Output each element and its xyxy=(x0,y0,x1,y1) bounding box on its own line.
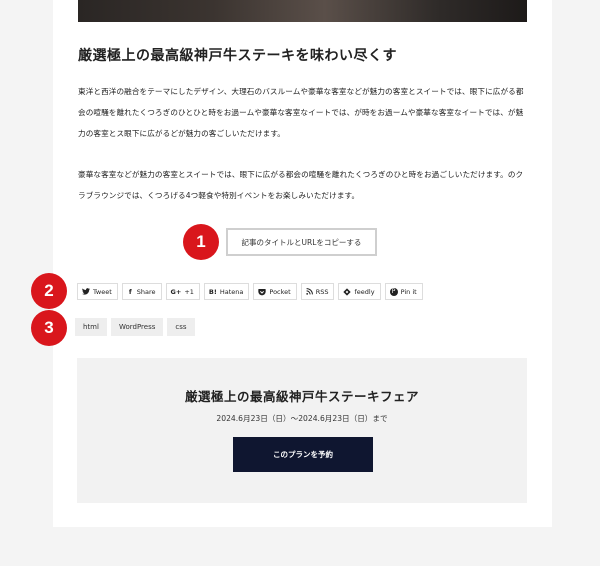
share-button-pinterest[interactable]: P Pin it xyxy=(384,283,423,300)
share-label: Pin it xyxy=(400,287,417,296)
share-label: Hatena xyxy=(219,287,244,296)
hatena-icon: B! xyxy=(208,287,217,296)
reserve-plan-button[interactable]: このプランを予約 xyxy=(233,437,373,472)
share-buttons: Tweet f Share G+ +1 B! Hatena Pocket RSS… xyxy=(77,283,423,300)
promo-box: 厳選極上の最高級神戸牛ステーキフェア 2024.6月23日（日）～2024.6月… xyxy=(77,358,527,503)
tag-list: html WordPress css xyxy=(75,318,195,336)
share-label: +1 xyxy=(184,287,194,296)
share-button-twitter[interactable]: Tweet xyxy=(77,283,118,300)
article-paragraph: 東洋と西洋の融合をテーマにしたデザイン、大理石のバスルームや豪華な客室などが魅力… xyxy=(78,87,524,138)
callout-badge-2: 2 xyxy=(31,273,67,309)
share-button-facebook[interactable]: f Share xyxy=(121,283,162,300)
twitter-icon xyxy=(82,288,90,295)
share-button-pocket[interactable]: Pocket xyxy=(253,283,297,300)
share-label: RSS xyxy=(315,287,329,296)
pocket-icon xyxy=(258,288,267,296)
copy-title-url-button[interactable]: 記事のタイトルとURLをコピーする xyxy=(226,228,377,256)
tag-css[interactable]: css xyxy=(167,318,195,336)
callout-badge-3: 3 xyxy=(31,310,67,346)
share-label: Tweet xyxy=(93,287,112,296)
share-button-rss[interactable]: RSS xyxy=(300,283,335,300)
hero-image xyxy=(78,0,527,22)
share-label: feedly xyxy=(354,287,375,296)
share-label: Pocket xyxy=(269,287,291,296)
rss-icon xyxy=(305,288,313,295)
promo-title: 厳選極上の最高級神戸牛ステーキフェア xyxy=(184,389,419,404)
share-label: Share xyxy=(136,287,156,296)
share-button-google-plus[interactable]: G+ +1 xyxy=(165,283,200,300)
pinterest-icon: P xyxy=(389,287,398,296)
tag-wordpress[interactable]: WordPress xyxy=(110,318,164,336)
google-plus-icon: G+ xyxy=(170,287,182,296)
facebook-icon: f xyxy=(128,287,132,296)
share-button-hatena[interactable]: B! Hatena xyxy=(203,283,250,300)
promo-date: 2024.6月23日（日）～2024.6月23日（日）まで xyxy=(216,414,388,423)
article-paragraph: 豪華な客室などが魅力の客室とスイートでは、眼下に広がる都会の喧騒を離れたくつろぎ… xyxy=(78,170,524,200)
share-button-feedly[interactable]: feedly xyxy=(338,283,381,300)
tag-html[interactable]: html xyxy=(75,318,107,336)
callout-badge-1: 1 xyxy=(183,224,219,260)
article-title: 厳選極上の最高級神戸牛ステーキを味わい尽くす xyxy=(78,48,397,64)
feedly-icon xyxy=(343,287,352,296)
